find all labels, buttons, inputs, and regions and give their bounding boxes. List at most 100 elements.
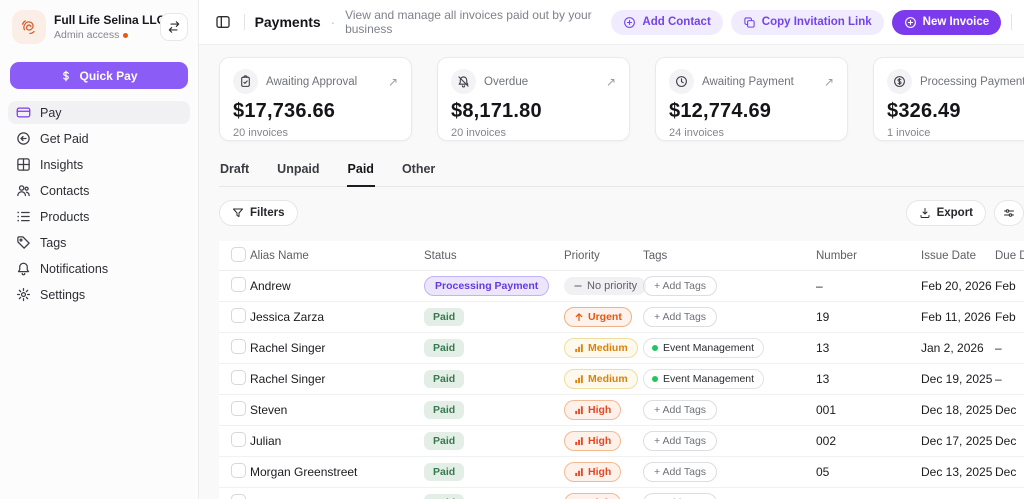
add-tags-button[interactable]: + Add Tags (643, 400, 717, 420)
priority-pill[interactable]: Urgent (564, 307, 632, 327)
org-switch-button[interactable] (160, 13, 188, 41)
stat-card[interactable]: Awaiting Payment ↗ $12,774.69 24 invoice… (655, 57, 848, 141)
invoice-number: 13 (816, 341, 921, 355)
select-all-checkbox[interactable] (231, 247, 246, 262)
priority-pill[interactable]: Medium (564, 338, 638, 358)
row-checkbox[interactable] (231, 432, 246, 447)
priority-pill[interactable]: High (564, 462, 621, 482)
invoice-number: 001 (816, 403, 921, 417)
due-date: – (995, 341, 1024, 355)
sidebar-item-label: Products (40, 210, 89, 224)
table-row[interactable]: Jessica Zarza Paid Urgent + Add Tags 19 … (219, 302, 1024, 333)
sidebar-toggle-button[interactable] (213, 10, 234, 34)
invoice-number: 002 (816, 434, 921, 448)
gear-icon (16, 287, 31, 302)
table-row[interactable]: Steven Paid High + Add Tags 001 Dec 18, … (219, 395, 1024, 426)
sidebar-item-label: Get Paid (40, 132, 89, 146)
priority-pill[interactable]: Medium (564, 369, 638, 389)
copy-invitation-link-button[interactable]: Copy Invitation Link (731, 10, 884, 35)
row-checkbox[interactable] (231, 308, 246, 323)
row-checkbox[interactable] (231, 463, 246, 478)
sidebar-item-contacts[interactable]: Contacts (8, 179, 190, 202)
topbar-actions: Add Contact Copy Invitation Link New Inv… (611, 10, 1001, 35)
tab-draft[interactable]: Draft (219, 162, 250, 187)
due-date: Dec (995, 465, 1024, 479)
add-tags-button[interactable]: + Add Tags (643, 462, 717, 482)
stat-card-count: 20 invoices (233, 127, 398, 139)
tag-chip[interactable]: Event Management (643, 369, 764, 389)
status-badge: Paid (424, 463, 464, 481)
column-header[interactable]: Alias Name (250, 250, 424, 262)
export-button[interactable]: Export (906, 200, 986, 226)
invoices-table: Alias Name Status Priority Tags Number I… (219, 241, 1024, 499)
add-contact-button[interactable]: Add Contact (611, 10, 722, 35)
status-badge: Paid (424, 401, 464, 419)
tag-icon (16, 235, 31, 250)
list-icon (16, 209, 31, 224)
due-date: Dec (995, 434, 1024, 448)
new-invoice-button[interactable]: New Invoice (892, 10, 1001, 35)
row-checkbox[interactable] (231, 277, 246, 292)
add-tags-button[interactable]: + Add Tags (643, 431, 717, 451)
tab-unpaid[interactable]: Unpaid (276, 162, 320, 187)
quick-pay-button[interactable]: Quick Pay (10, 62, 188, 89)
status-badge: Paid (424, 494, 464, 499)
column-header[interactable]: Priority (564, 250, 643, 262)
stat-card[interactable]: Processing Payment $326.49 1 invoice (873, 57, 1024, 141)
sidebar-item-label: Notifications (40, 262, 108, 276)
priority-pill[interactable]: High (564, 493, 621, 499)
table-row[interactable]: Rachel Singer Paid Medium Event Manageme… (219, 333, 1024, 364)
row-checkbox[interactable] (231, 339, 246, 354)
sidebar-item-notifications[interactable]: Notifications (8, 257, 190, 280)
topbar: Payments · View and manage all invoices … (199, 0, 1024, 45)
filters-button[interactable]: Filters (219, 200, 298, 226)
add-tags-button[interactable]: + Add Tags (643, 307, 717, 327)
table-row[interactable]: Andrew Processing Payment No priority + … (219, 271, 1024, 302)
column-settings-button[interactable] (994, 200, 1024, 226)
panel-toggle-icon (215, 14, 231, 30)
sidebar-item-pay[interactable]: Pay (8, 101, 190, 124)
priority-pill[interactable]: No priority (564, 277, 646, 295)
stat-cards: Awaiting Approval ↗ $17,736.66 20 invoic… (219, 57, 1024, 141)
title-separator: · (331, 15, 335, 30)
sidebar-item-products[interactable]: Products (8, 205, 190, 228)
column-header[interactable]: Issue Date (921, 250, 995, 262)
alias-name: Morgan Greenstreet (250, 465, 424, 479)
sidebar-item-tags[interactable]: Tags (8, 231, 190, 254)
table-row[interactable]: Julian Paid High + Add Tags 002 Dec 17, … (219, 426, 1024, 457)
priority-pill[interactable]: High (564, 431, 621, 451)
sidebar-item-insights[interactable]: Insights (8, 153, 190, 176)
add-tags-button[interactable]: + Add Tags (643, 276, 717, 296)
row-checkbox[interactable] (231, 401, 246, 416)
sidebar-item-get-paid[interactable]: Get Paid (8, 127, 190, 150)
minus-icon (573, 281, 583, 291)
priority-pill[interactable]: High (564, 400, 621, 420)
alias-name: Steven (250, 403, 424, 417)
table-row[interactable]: Morgan Greenstreet Paid High + Add Tags … (219, 457, 1024, 488)
coin-icon (893, 75, 906, 88)
column-header[interactable]: Due Date (995, 250, 1024, 262)
main-area: Payments · View and manage all invoices … (199, 0, 1024, 499)
tab-other[interactable]: Other (401, 162, 436, 187)
tag-chip[interactable]: Event Management (643, 338, 764, 358)
column-header[interactable]: Number (816, 250, 921, 262)
tab-paid[interactable]: Paid (347, 162, 375, 187)
table-row[interactable]: Paid High + Add Tags (219, 488, 1024, 499)
clipboard-check-icon (239, 75, 252, 88)
stat-card[interactable]: Awaiting Approval ↗ $17,736.66 20 invoic… (219, 57, 412, 141)
add-tags-button[interactable]: + Add Tags (643, 493, 717, 499)
stat-card[interactable]: Overdue ↗ $8,171.80 20 invoices (437, 57, 630, 141)
column-header[interactable]: Status (424, 250, 564, 262)
row-checkbox[interactable] (231, 494, 246, 499)
sidebar-item-settings[interactable]: Settings (8, 283, 190, 306)
issue-date: Dec 17, 2025 (921, 434, 995, 448)
table-row[interactable]: Rachel Singer Paid Medium Event Manageme… (219, 364, 1024, 395)
open-link-arrow-icon[interactable]: ↗ (388, 75, 398, 89)
sidebar-item-label: Insights (40, 158, 83, 172)
sliders-icon (1003, 207, 1015, 219)
column-header[interactable]: Tags (643, 250, 816, 262)
table-toolbar: Filters Export (219, 200, 1024, 226)
open-link-arrow-icon[interactable]: ↗ (824, 75, 834, 89)
row-checkbox[interactable] (231, 370, 246, 385)
open-link-arrow-icon[interactable]: ↗ (606, 75, 616, 89)
